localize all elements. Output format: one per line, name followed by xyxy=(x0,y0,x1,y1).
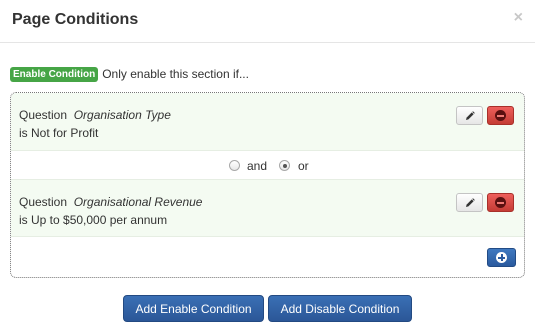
condition-value: is Not for Profit xyxy=(19,126,99,140)
enable-condition-badge: Enable Condition xyxy=(10,66,99,82)
pencil-icon xyxy=(465,197,475,207)
condition-value: is Up to $50,000 per annum xyxy=(19,213,168,227)
delete-condition-button[interactable] xyxy=(487,193,514,212)
edit-condition-button[interactable] xyxy=(456,193,483,212)
add-condition-row-button[interactable] xyxy=(487,248,516,267)
conditions-box: Question Organisation Type is Not for Pr… xyxy=(10,92,525,278)
or-radio[interactable] xyxy=(279,160,290,171)
plus-circle-icon xyxy=(496,252,507,263)
and-label: and xyxy=(247,159,268,173)
condition-question-name: Organisational Revenue xyxy=(73,195,203,209)
condition-row: Question Organisation Type is Not for Pr… xyxy=(11,93,524,151)
minus-circle-icon xyxy=(495,197,506,208)
modal-title: Page Conditions xyxy=(12,11,139,28)
add-enable-condition-button[interactable]: Add Enable Condition xyxy=(123,295,264,322)
condition-question: Question Organisational Revenue xyxy=(19,195,202,209)
and-radio[interactable] xyxy=(229,160,240,171)
edit-condition-button[interactable] xyxy=(456,106,483,125)
add-disable-condition-button[interactable]: Add Disable Condition xyxy=(268,295,412,322)
intro-line: Enable Condition Only enable this sectio… xyxy=(10,66,249,82)
condition-question: Question Organisation Type xyxy=(19,108,171,122)
pencil-icon xyxy=(465,110,475,120)
minus-circle-icon xyxy=(495,110,506,121)
and-or-selector: and or xyxy=(11,151,524,179)
condition-row: Question Organisational Revenue is Up to… xyxy=(11,179,524,237)
intro-text: Only enable this section if... xyxy=(102,67,249,81)
delete-condition-button[interactable] xyxy=(487,106,514,125)
close-icon[interactable]: × xyxy=(514,10,523,26)
condition-prefix: Question xyxy=(19,108,71,122)
condition-prefix: Question xyxy=(19,195,71,209)
condition-question-name: Organisation Type xyxy=(73,108,171,122)
or-label: or xyxy=(298,159,309,173)
modal-header: Page Conditions × xyxy=(0,0,535,43)
